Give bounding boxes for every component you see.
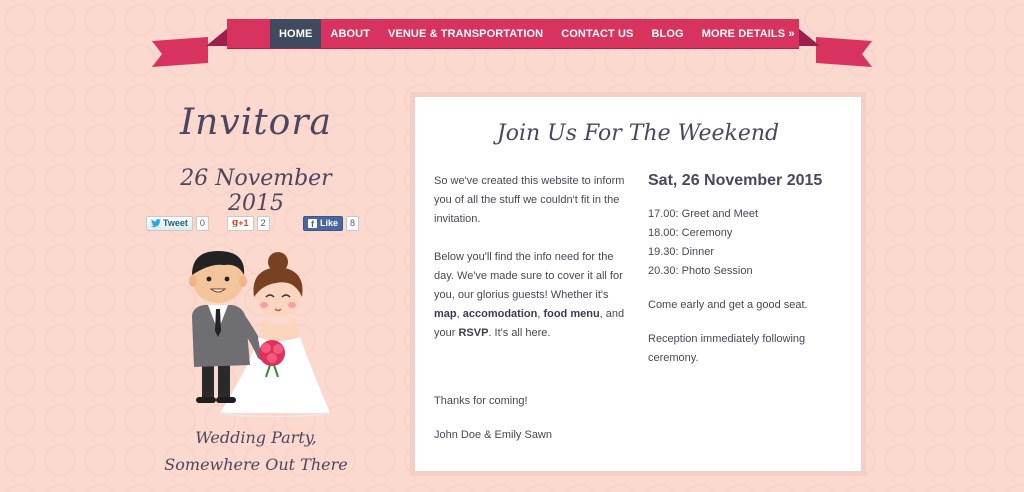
- arrival-note: Come early and get a good seat.: [648, 299, 808, 311]
- gplus-label: +1: [238, 218, 249, 228]
- invitation-card: Join Us For The Weekend So we've created…: [410, 92, 866, 476]
- gplus-count: 2: [256, 215, 270, 231]
- venue-line-2: Somewhere Out There: [164, 455, 348, 474]
- couple-illustration: [189, 251, 331, 417]
- intro-column: So we've created this website to inform …: [434, 172, 634, 445]
- nav-contact-us[interactable]: CONTACT US: [552, 19, 642, 48]
- twitter-icon: [151, 218, 161, 227]
- facebook-like-label: Like: [320, 218, 339, 228]
- nav-venue-transportation[interactable]: VENUE & TRANSPORTATION: [379, 19, 552, 48]
- food-menu-link[interactable]: food menu: [543, 308, 599, 320]
- event-date: 26 November 2015: [180, 166, 332, 216]
- schedule-item: 20.30: Photo Session: [648, 265, 753, 277]
- details-paragraph: Below you'll find the info need for the …: [434, 248, 634, 343]
- schedule-item: 19.30: Dinner: [648, 246, 715, 258]
- tweet-count: 0: [195, 215, 209, 231]
- tweet-label: Tweet: [163, 218, 188, 228]
- thanks-text: Thanks for coming!: [434, 395, 528, 407]
- intro-paragraph: So we've created this website to inform …: [434, 175, 625, 225]
- details-text: Below you'll find the info need for the …: [434, 251, 623, 301]
- schedule-item: 18.00: Ceremony: [648, 227, 733, 239]
- tweet-widget: Tweet 0: [146, 215, 209, 231]
- reception-note: Reception immediately following ceremony…: [648, 333, 806, 364]
- facebook-like-button[interactable]: f Like: [303, 215, 344, 231]
- ribbon-tail-left: [152, 37, 208, 67]
- nav-blog[interactable]: BLOG: [643, 19, 693, 48]
- ribbon-tail-right: [816, 37, 872, 67]
- rsvp-link[interactable]: RSVP: [458, 327, 488, 339]
- schedule-item: 17.00: Greet and Meet: [648, 208, 759, 220]
- nav-home[interactable]: HOME: [270, 19, 322, 48]
- schedule-date: Sat, 26 November 2015: [648, 172, 823, 189]
- facebook-widget: f Like 8: [303, 215, 360, 231]
- facebook-like-count: 8: [346, 215, 360, 231]
- nav-about[interactable]: ABOUT: [321, 19, 379, 48]
- main-navigation: HOME ABOUT VENUE & TRANSPORTATION CONTAC…: [227, 19, 799, 48]
- facebook-icon: f: [308, 218, 317, 229]
- venue-tagline: Wedding Party, Somewhere Out There: [150, 424, 362, 478]
- gplus-button[interactable]: g +1: [227, 215, 254, 231]
- nav-more-details[interactable]: MORE DETAILS »: [693, 19, 804, 48]
- map-link[interactable]: map: [434, 308, 457, 320]
- venue-line-1: Wedding Party,: [195, 428, 317, 447]
- tweet-button[interactable]: Tweet: [146, 215, 193, 231]
- signature: John Doe & Emily Sawn: [434, 429, 552, 441]
- schedule-column: Sat, 26 November 2015 17.00: Greet and M…: [648, 172, 848, 368]
- card-title: Join Us For The Weekend: [496, 121, 780, 146]
- site-logo-title[interactable]: Invitora: [150, 102, 362, 143]
- accomodation-link[interactable]: accomodation: [463, 308, 538, 320]
- gplus-widget: g +1 2: [227, 215, 270, 231]
- closing-text: . It's all here.: [488, 327, 551, 339]
